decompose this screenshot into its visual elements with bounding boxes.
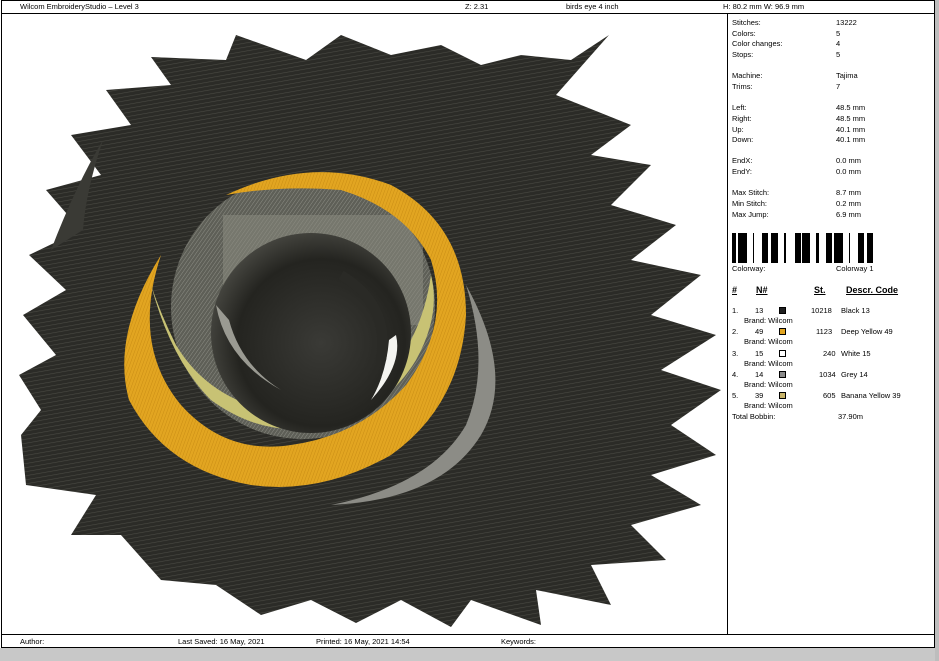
barcode-bar	[807, 233, 808, 263]
color-swatch	[779, 371, 786, 378]
barcode-bar	[861, 233, 862, 263]
barcode-bar	[771, 233, 772, 263]
barcode-bar	[802, 233, 804, 263]
app-title: Wilcom EmbroideryStudio – Level 3	[20, 2, 139, 11]
design-dimensions: H: 80.2 mm W: 96.9 mm	[723, 2, 805, 11]
colorway-row: Colorway: Colorway 1	[732, 264, 874, 273]
stat-row: Up: 40.1 mm	[732, 125, 866, 134]
color-swatch	[779, 392, 786, 399]
page-shadow-right	[935, 0, 939, 661]
barcode-bar	[816, 233, 819, 263]
barcode-bar	[868, 233, 870, 263]
barcode-bar	[826, 233, 828, 263]
last-saved-field: Last Saved: 16 May, 2021	[178, 637, 265, 646]
page-shadow-bottom	[0, 648, 939, 661]
barcode-bar	[804, 233, 807, 263]
col-header-descr: Descr. Code	[846, 285, 899, 295]
barcode-bar	[867, 233, 868, 263]
author-field: Author:	[20, 637, 45, 646]
barcode-bar	[766, 233, 768, 263]
stat-row: Max Stitch: 8.7 mm	[732, 188, 862, 197]
stat-row: Colors: 5	[732, 29, 841, 38]
color-row: 4. 14 1034 Grey 14 Brand: Wilcom	[732, 370, 868, 389]
barcode-bar	[742, 233, 744, 263]
stat-row: Machine: Tajima	[732, 71, 858, 80]
color-row: 5. 39 605 Banana Yellow 39 Brand: Wilcom	[732, 391, 901, 410]
barcode-bar	[762, 233, 765, 263]
barcode-bar	[834, 233, 837, 263]
stat-row: EndY: 0.0 mm	[732, 167, 862, 176]
barcode-bar	[838, 233, 840, 263]
barcode-bar	[837, 233, 838, 263]
barcode-bar	[772, 233, 774, 263]
barcode-bar	[828, 233, 831, 263]
worksheet-header: Wilcom EmbroideryStudio – Level 3 Z: 2.3…	[2, 1, 934, 14]
barcode-bar	[862, 233, 864, 263]
stat-row: Right: 48.5 mm	[732, 114, 866, 123]
column-divider	[727, 13, 728, 634]
barcode-bar	[738, 233, 741, 263]
stat-row: EndX: 0.0 mm	[732, 156, 862, 165]
col-header-index: #	[732, 285, 738, 295]
design-preview[interactable]	[11, 15, 725, 633]
stat-row: Stops: 5	[732, 50, 841, 59]
col-header-n: N#	[756, 285, 768, 295]
barcode	[732, 233, 873, 263]
color-row: 2. 49 1123 Deep Yellow 49 Brand: Wilcom	[732, 327, 893, 346]
barcode-bar	[765, 233, 766, 263]
barcode-bar	[831, 233, 832, 263]
keywords-field: Keywords:	[501, 637, 537, 646]
worksheet-footer: Author: Last Saved: 16 May, 2021 Printed…	[2, 634, 934, 648]
color-swatch	[779, 350, 786, 357]
stat-row: Stitches: 13222	[732, 18, 857, 27]
color-swatch	[779, 307, 786, 314]
barcode-bar	[858, 233, 861, 263]
barcode-bar	[795, 233, 796, 263]
col-header-stitches: St.	[814, 285, 826, 295]
barcode-bar	[808, 233, 810, 263]
barcode-bar	[744, 233, 747, 263]
color-swatch	[779, 328, 786, 335]
stat-row: Left: 48.5 mm	[732, 103, 866, 112]
zoom-level: Z: 2.31	[465, 2, 489, 11]
design-name: birds eye 4 inch	[566, 2, 619, 11]
color-row: 1. 13 10218 Black 13 Brand: Wilcom	[732, 306, 870, 325]
total-bobbin-row: Total Bobbin: 37.90m	[732, 412, 864, 421]
barcode-bar	[774, 233, 777, 263]
barcode-bar	[840, 233, 843, 263]
worksheet: Wilcom EmbroideryStudio – Level 3 Z: 2.3…	[1, 0, 935, 648]
stat-row: Trims: 7	[732, 82, 841, 91]
stat-row: Max Jump: 6.9 mm	[732, 210, 862, 219]
barcode-bar	[784, 233, 786, 263]
barcode-bar	[849, 233, 850, 263]
printed-field: Printed: 16 May, 2021 14:54	[316, 637, 410, 646]
stat-row: Min Stitch: 0.2 mm	[732, 199, 862, 208]
stat-row: Down: 40.1 mm	[732, 135, 866, 144]
barcode-bar	[753, 233, 754, 263]
barcode-bar	[798, 233, 801, 263]
barcode-bar	[870, 233, 873, 263]
barcode-bar	[741, 233, 742, 263]
color-row: 3. 15 240 White 15 Brand: Wilcom	[732, 349, 871, 368]
barcode-bar	[777, 233, 778, 263]
barcode-bar	[796, 233, 798, 263]
barcode-bar	[735, 233, 736, 263]
stat-row: Color changes: 4	[732, 39, 841, 48]
barcode-bar	[732, 233, 735, 263]
